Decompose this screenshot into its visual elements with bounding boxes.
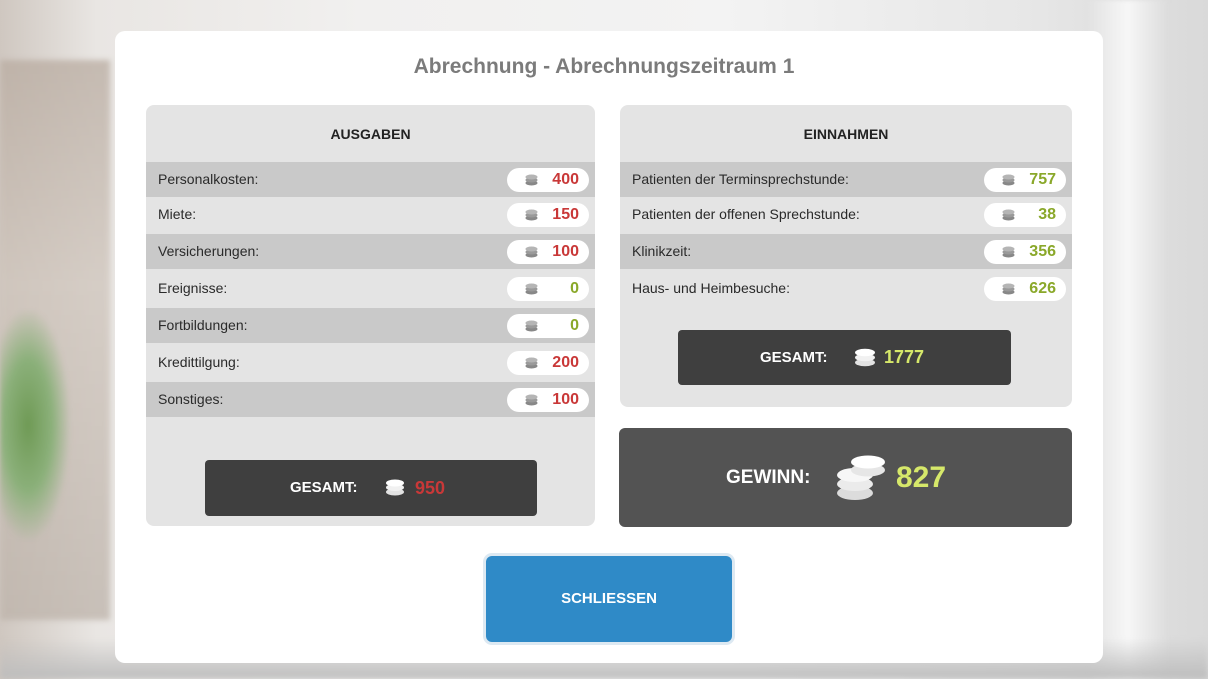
income-label: Patienten der Terminsprechstunde: <box>632 171 849 187</box>
income-label: Haus- und Heimbesuche: <box>632 280 790 296</box>
coin-stack-icon <box>837 455 885 500</box>
income-total-label: GESAMT: <box>760 349 828 366</box>
income-row: Patienten der offenen Sprechstunde: 38 <box>620 197 1072 232</box>
expense-label: Personalkosten: <box>158 171 259 187</box>
profit-value: 827 <box>896 461 947 494</box>
profit-label: GEWINN: <box>726 467 811 488</box>
expense-value-pill: 100 <box>507 388 589 412</box>
coin-stack-icon <box>525 246 538 258</box>
expense-row: Versicherungen: 100 <box>146 234 595 269</box>
income-total: GESAMT: 1777 <box>678 330 1011 385</box>
expenses-total-value: 950 <box>415 478 446 498</box>
coin-stack-icon <box>525 209 538 221</box>
income-value: 38 <box>1038 206 1056 223</box>
expense-value-pill: 200 <box>507 351 589 375</box>
expense-value-pill: 400 <box>507 168 589 192</box>
income-value-pill: 757 <box>984 168 1066 192</box>
income-label: Klinikzeit: <box>632 243 692 259</box>
coin-stack-icon <box>855 348 875 367</box>
expense-row: Sonstiges: 100 <box>146 382 595 417</box>
income-row: Patienten der Terminsprechstunde: 757 <box>620 162 1072 197</box>
income-value-pill: 626 <box>984 277 1066 301</box>
coin-stack-icon <box>1002 246 1015 258</box>
coin-stack-icon <box>525 320 538 332</box>
coin-stack-icon <box>1002 174 1015 186</box>
expense-value-pill: 0 <box>507 277 589 301</box>
expense-row: Miete: 150 <box>146 197 595 232</box>
close-button[interactable]: SCHLIESSEN <box>486 556 732 642</box>
expense-value: 100 <box>552 243 579 260</box>
expense-label: Versicherungen: <box>158 243 260 259</box>
coin-stack-icon <box>386 479 404 496</box>
expense-value: 200 <box>552 354 579 371</box>
coin-stack-icon <box>525 283 538 295</box>
expense-label: Fortbildungen: <box>158 317 248 333</box>
income-value: 356 <box>1029 243 1056 260</box>
coin-stack-icon <box>525 174 538 186</box>
expense-value-pill: 0 <box>507 314 589 338</box>
expense-label: Sonstiges: <box>158 391 224 407</box>
expense-row: Personalkosten: 400 <box>146 162 595 197</box>
expenses-heading: AUSGABEN <box>330 126 411 142</box>
expense-value: 0 <box>570 280 579 297</box>
expenses-total: GESAMT: 950 <box>205 460 537 516</box>
dialog-title: Abrechnung - Abrechnungszeitraum 1 <box>413 55 795 78</box>
profit-box: GEWINN: 827 <box>619 428 1072 527</box>
expenses-total-label: GESAMT: <box>290 479 358 496</box>
expense-value: 400 <box>552 171 579 188</box>
income-value-pill: 356 <box>984 240 1066 264</box>
expense-value-pill: 150 <box>507 203 589 227</box>
expense-label: Kredittilgung: <box>158 354 240 370</box>
income-total-value: 1777 <box>884 347 925 367</box>
coin-stack-icon <box>1002 209 1015 221</box>
income-row: Haus- und Heimbesuche: 626 <box>620 271 1072 306</box>
expense-label: Ereignisse: <box>158 280 228 296</box>
expense-row: Kredittilgung: 200 <box>146 345 595 380</box>
expense-value: 100 <box>552 391 579 408</box>
expense-value: 0 <box>570 317 579 334</box>
coin-stack-icon <box>525 357 538 369</box>
income-row: Klinikzeit: 356 <box>620 234 1072 269</box>
coin-stack-icon <box>525 394 538 406</box>
coin-stack-icon <box>1002 283 1015 295</box>
expense-row: Fortbildungen: 0 <box>146 308 595 343</box>
income-value-pill: 38 <box>984 203 1066 227</box>
income-label: Patienten der offenen Sprechstunde: <box>632 206 860 222</box>
income-heading: EINNAHMEN <box>803 126 889 142</box>
expense-value: 150 <box>552 206 579 223</box>
income-value: 626 <box>1029 280 1056 297</box>
income-value: 757 <box>1029 171 1056 188</box>
expense-row: Ereignisse: 0 <box>146 271 595 306</box>
background-plant <box>0 310 70 540</box>
expense-value-pill: 100 <box>507 240 589 264</box>
expense-label: Miete: <box>158 206 197 222</box>
